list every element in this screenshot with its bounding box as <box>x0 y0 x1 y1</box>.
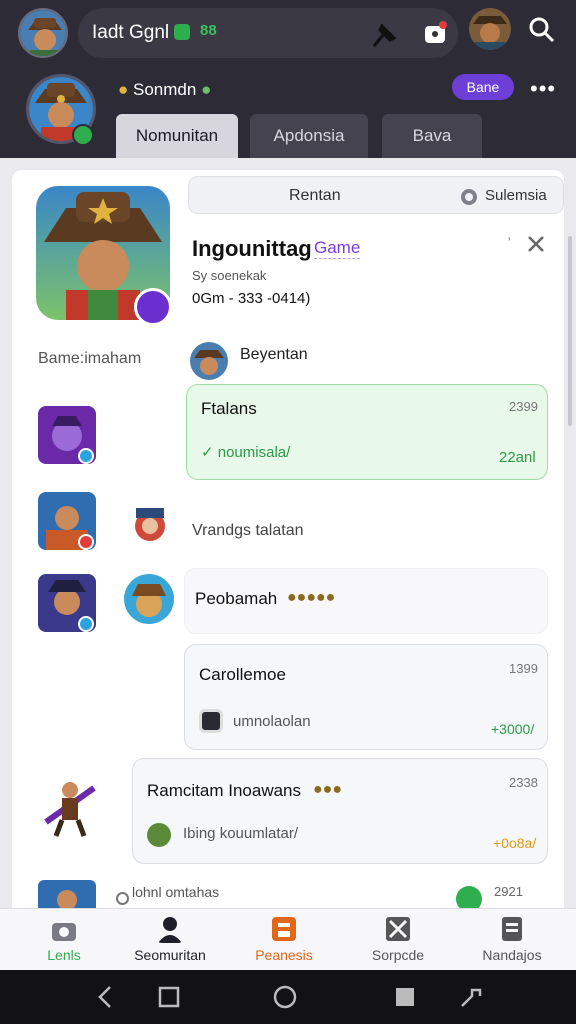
nav-label: Nandajos <box>482 947 542 963</box>
message-bubble[interactable]: Peobamah ●●●●● <box>184 568 548 634</box>
video-icon <box>174 24 190 40</box>
check-icon: ✓ <box>201 444 218 461</box>
message-text: Vrandgs talatan <box>192 522 304 539</box>
game-title: Ingounittag <box>192 236 312 261</box>
message-title: Ramcitam Inoawans <box>147 781 302 800</box>
message-bubble[interactable]: Ramcitam Inoawans ●●● 2338 Ibing kouumla… <box>132 758 548 864</box>
bottom-navigation: Lenls Seomuritan Peanesis Sorpcde Nandaj… <box>0 908 576 970</box>
filter-right-label: Sulemsia <box>485 187 547 204</box>
circle-icon <box>116 892 129 905</box>
search-icon[interactable] <box>528 16 556 44</box>
nav-item-seomuritan[interactable]: Seomuritan <box>118 909 222 971</box>
message-subtitle: Ibing kouumlatar/ <box>183 825 299 842</box>
online-status-icon <box>72 124 94 146</box>
filter-bar[interactable]: Rentan Sulemsia <box>188 176 564 214</box>
nav-item-sorpcde[interactable]: Sorpcde <box>346 909 450 971</box>
thumb-status-icon <box>78 448 94 464</box>
search-pill[interactable]: Iadt Ggnl 88 <box>78 8 458 58</box>
recents-icon[interactable] <box>392 984 418 1010</box>
message-amount: +0o8a/ <box>493 835 537 851</box>
game-tag[interactable]: Game <box>314 238 361 259</box>
message-title: Ftalans <box>201 399 257 418</box>
message-text: Peobamah <box>195 589 278 608</box>
leaf-icon: ● <box>201 80 212 99</box>
content-panel: Rentan Sulemsia Ingounittag Game Sy soen… <box>12 170 564 970</box>
message-amount: 22anl <box>499 449 536 466</box>
profile-header: ● Sonmdn ● Bane ••• Nomunitan Apdonsia B… <box>0 60 576 158</box>
message-title: Carollemoe <box>199 665 286 684</box>
puzzle-icon <box>386 917 410 941</box>
emoji-icons: ●●●●● <box>287 589 336 606</box>
return-icon[interactable] <box>458 984 484 1010</box>
pin-icon[interactable] <box>370 20 400 48</box>
emoji-icons: ●●● <box>313 781 342 798</box>
peek-text: lohnl omtahas <box>132 884 220 900</box>
badge-button[interactable]: Bane <box>452 74 514 100</box>
close-icon[interactable] <box>526 234 546 254</box>
game-subtitle: Sy soenekak <box>192 268 267 283</box>
nav-label: Lenls <box>47 947 81 963</box>
purple-badge-icon <box>134 288 172 326</box>
gift-icon[interactable] <box>422 20 448 46</box>
document-icon <box>502 917 522 941</box>
nav-label: Sorpcde <box>371 947 425 963</box>
user-avatar[interactable] <box>18 8 68 58</box>
owner-avatar[interactable] <box>190 342 228 380</box>
app-title: Iadt Ggnl <box>92 22 170 43</box>
system-navigation-bar <box>0 970 576 1024</box>
message-amount: +3000/ <box>491 721 535 737</box>
sender-avatar[interactable] <box>124 574 174 624</box>
nav-item-lenls[interactable]: Lenls <box>12 909 116 971</box>
radio-icon[interactable] <box>461 189 477 205</box>
main-area: Rentan Sulemsia Ingounittag Game Sy soen… <box>0 158 576 970</box>
profile-name: ● Sonmdn ● <box>118 80 212 99</box>
sender-mini-avatar[interactable] <box>147 823 171 847</box>
peek-row: lohnl omtahas 2921 <box>0 878 576 908</box>
filter-label: Rentan <box>289 187 341 204</box>
message-subtitle: ✓ noumisala/ <box>201 444 291 461</box>
game-phone: 0Gm - 333 -0414) <box>192 290 311 307</box>
nav-item-peanesis[interactable]: Peanesis <box>232 909 336 971</box>
back-icon[interactable] <box>92 984 118 1010</box>
square-icon[interactable] <box>156 984 182 1010</box>
message-bubble[interactable]: Ftalans 2399 ✓ noumisala/ 22anl <box>186 384 548 480</box>
nav-label: Seomuritan <box>134 947 206 963</box>
scrollbar[interactable] <box>568 236 572 426</box>
thumb-status-icon <box>78 616 94 632</box>
status-badge: 88 <box>200 22 217 39</box>
message-time: 2338 <box>509 775 538 790</box>
character-sticker[interactable] <box>40 772 100 838</box>
tab-bava[interactable]: Bava <box>382 114 482 158</box>
attachment-icon[interactable] <box>199 709 223 733</box>
user-icon <box>158 917 182 943</box>
message-time: 2399 <box>509 399 538 414</box>
tab-nomunitan[interactable]: Nomunitan <box>116 114 238 158</box>
home-circle-icon[interactable] <box>272 984 298 1010</box>
more-icon[interactable]: ••• <box>530 76 556 102</box>
store-icon <box>272 917 296 941</box>
home-icon <box>52 923 76 941</box>
owner-name: Beyentan <box>240 346 308 363</box>
message-bubble[interactable]: Carollemoe 1399 umnolaolan +3000/ <box>184 644 548 750</box>
sender-avatar[interactable] <box>128 502 172 546</box>
peek-time: 2921 <box>494 884 523 899</box>
message-subtitle: umnolaolan <box>233 713 311 730</box>
nav-item-nandajos[interactable]: Nandajos <box>460 909 564 971</box>
friend-avatar[interactable] <box>469 8 511 50</box>
nav-label: Peanesis <box>255 947 313 963</box>
thumb-status-icon <box>78 534 94 550</box>
tab-apdonsia[interactable]: Apdonsia <box>250 114 368 158</box>
sidebar-label: Bame:imaham <box>38 350 142 367</box>
message-time: 1399 <box>509 661 538 676</box>
tiny-mark: ' <box>508 234 511 250</box>
coin-icon: ● <box>118 80 129 99</box>
top-bar: Iadt Ggnl 88 <box>0 0 576 60</box>
